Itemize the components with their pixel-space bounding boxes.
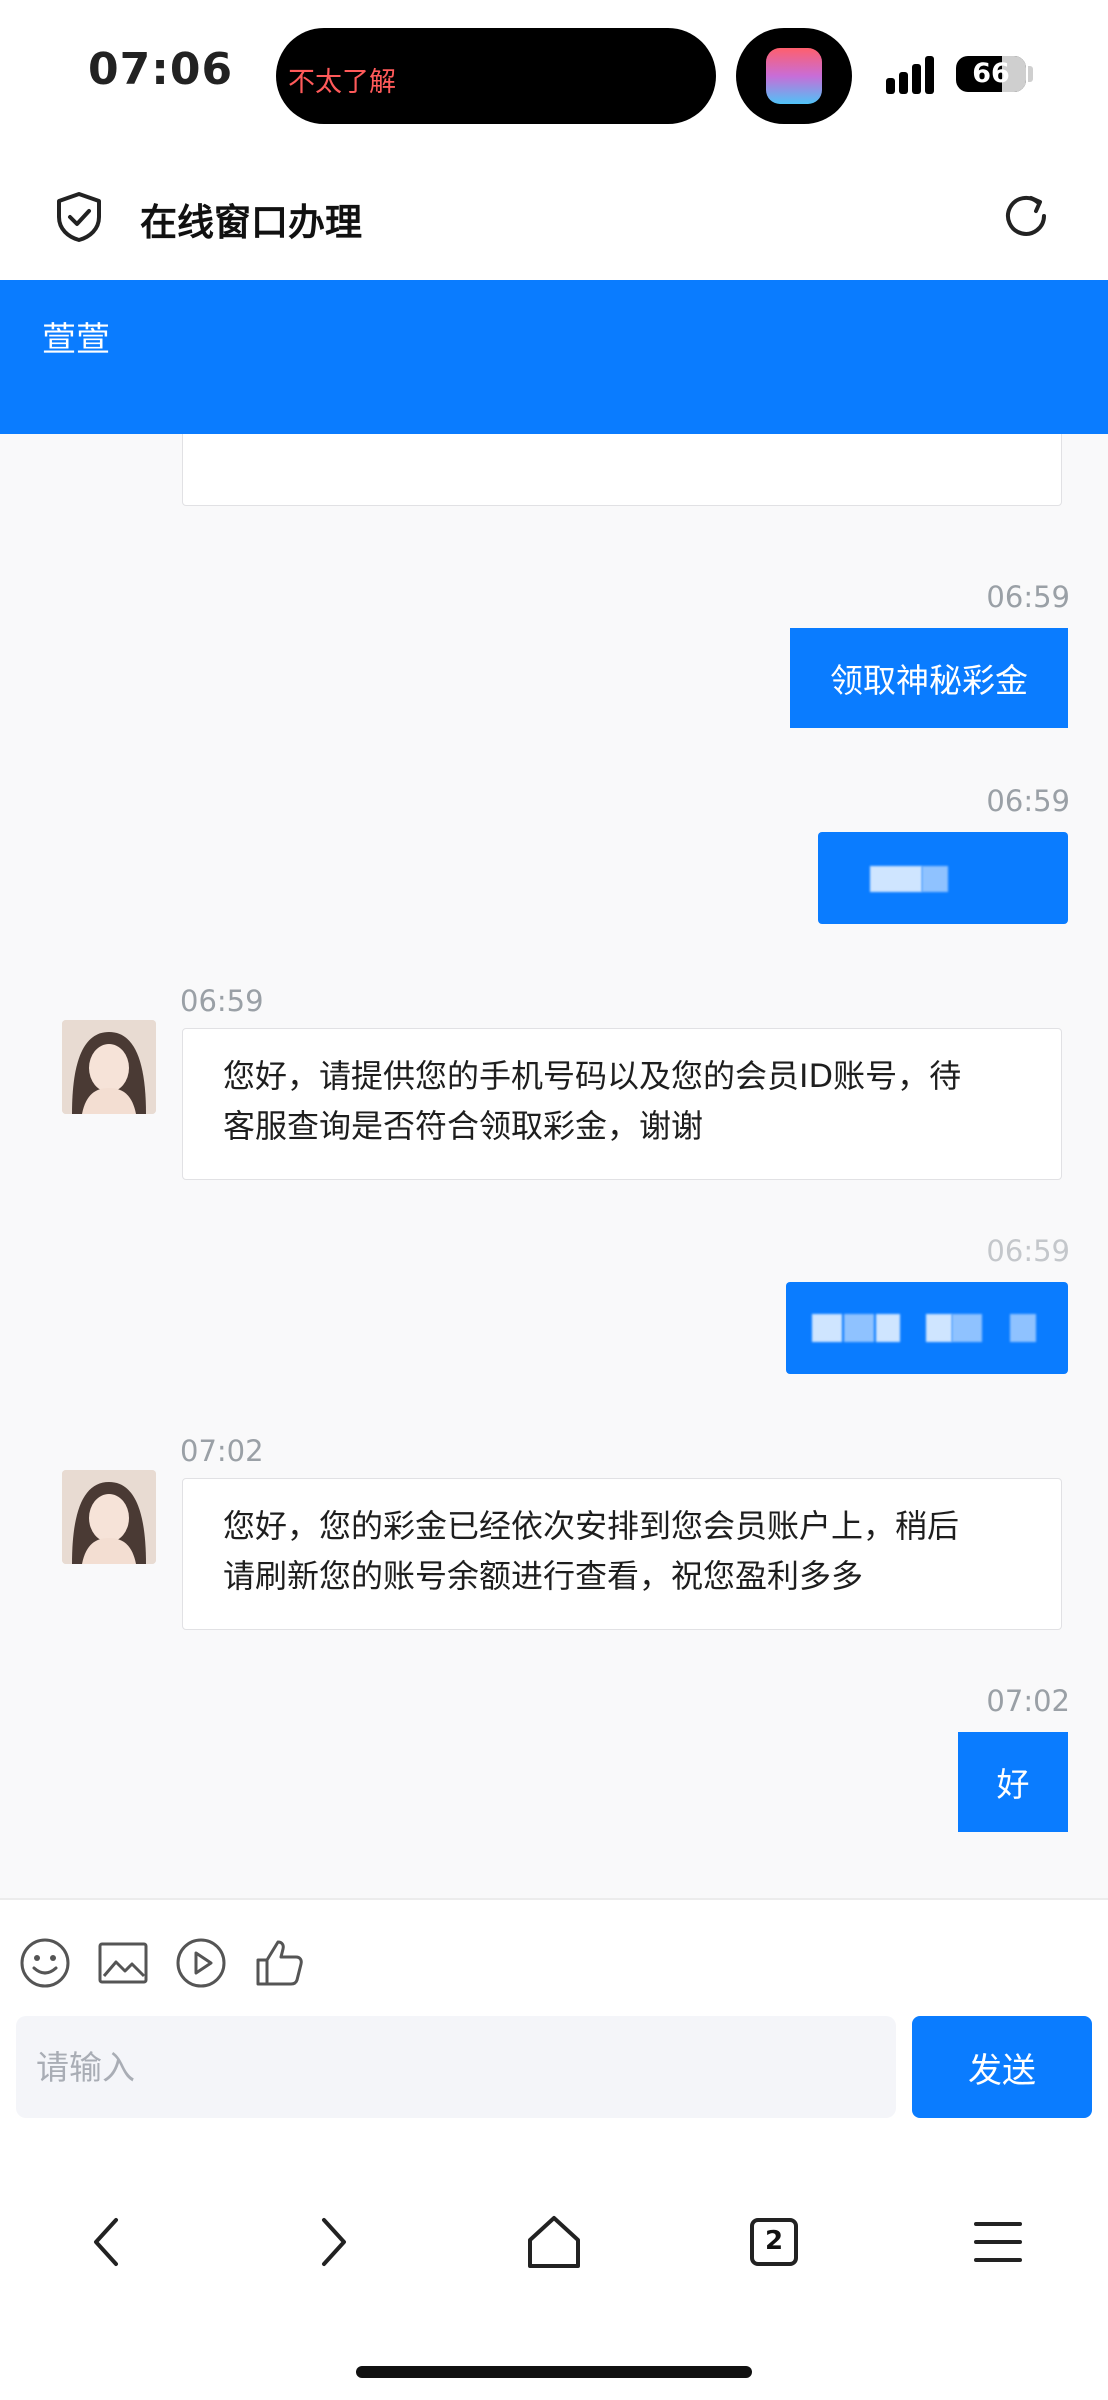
message-line: 请刷新您的账号余额进行查看，祝您盈利多多 [223,1557,864,1595]
browser-navigation-bar: 2 [0,2130,1108,2400]
home-indicator [356,2366,752,2378]
message-line: 您好，您的彩金已经依次安排到您会员账户上，稍后 [223,1507,960,1545]
agent-header-bar: 萱萱 [0,280,1108,434]
battery-cap [1028,66,1033,82]
island-text: 不太了解 [288,67,396,98]
message-input[interactable] [16,2016,896,2118]
shield-check-icon [57,192,101,242]
chat-toolbar [0,1900,1108,2026]
message-line: 客服查询是否符合领取彩金，谢谢 [223,1107,704,1145]
battery-icon: 66 [956,56,1026,92]
back-icon[interactable] [78,2210,142,2274]
agent-avatar [62,1470,156,1564]
battery-level: 66 [972,58,1010,89]
message-bubble-partial [182,434,1062,506]
island-app-bubble[interactable] [736,28,852,124]
message-time: 07:02 [180,1434,264,1468]
image-icon[interactable] [96,1936,150,1990]
status-time: 07:06 [88,44,234,95]
message-bubble-incoming: 您好，您的彩金已经依次安排到您会员账户上，稍后 请刷新您的账号余额进行查看，祝您… [182,1478,1062,1630]
dynamic-island[interactable]: 不太了解 [276,28,716,124]
send-button[interactable]: 发送 [912,2016,1092,2118]
thumbs-up-icon[interactable] [252,1936,306,1990]
message-line: 您好，请提供您的手机号码以及您的会员ID账号，待 [223,1057,962,1095]
message-bubble-redacted [818,832,1068,924]
chat-messages[interactable]: 06:59 领取神秘彩金 06:59 06:59 您好，请提供您的手机号码以及您… [0,434,1108,1898]
message-bubble-redacted [786,1282,1068,1374]
message-time: 07:02 [986,1684,1070,1718]
agent-avatar [62,1020,156,1114]
refresh-icon[interactable] [1000,190,1052,242]
message-time: 06:59 [986,784,1070,818]
app-icon [766,48,822,104]
status-bar: 07:06 不太了解 66 [0,0,1108,150]
message-time: 06:59 [986,1234,1070,1268]
home-icon[interactable] [522,2210,586,2274]
agent-name: 萱萱 [42,320,110,360]
message-bubble-outgoing: 好 [958,1732,1068,1832]
message-bubble-incoming: 您好，请提供您的手机号码以及您的会员ID账号，待 客服查询是否符合领取彩金，谢谢 [182,1028,1062,1180]
tabs-button[interactable]: 2 [750,2218,798,2266]
message-bubble-outgoing: 领取神秘彩金 [790,628,1068,728]
message-input-row: 发送 [0,2010,1108,2130]
page-header: 在线窗口办理 [0,150,1108,280]
video-icon[interactable] [174,1936,228,1990]
message-time: 06:59 [986,580,1070,614]
emoji-icon[interactable] [18,1936,72,1990]
menu-icon[interactable] [966,2210,1030,2274]
cellular-signal-icon [886,54,940,94]
page-title: 在线窗口办理 [140,201,362,244]
forward-icon[interactable] [300,2210,364,2274]
message-time: 06:59 [180,984,264,1018]
tabs-count: 2 [764,2226,784,2256]
